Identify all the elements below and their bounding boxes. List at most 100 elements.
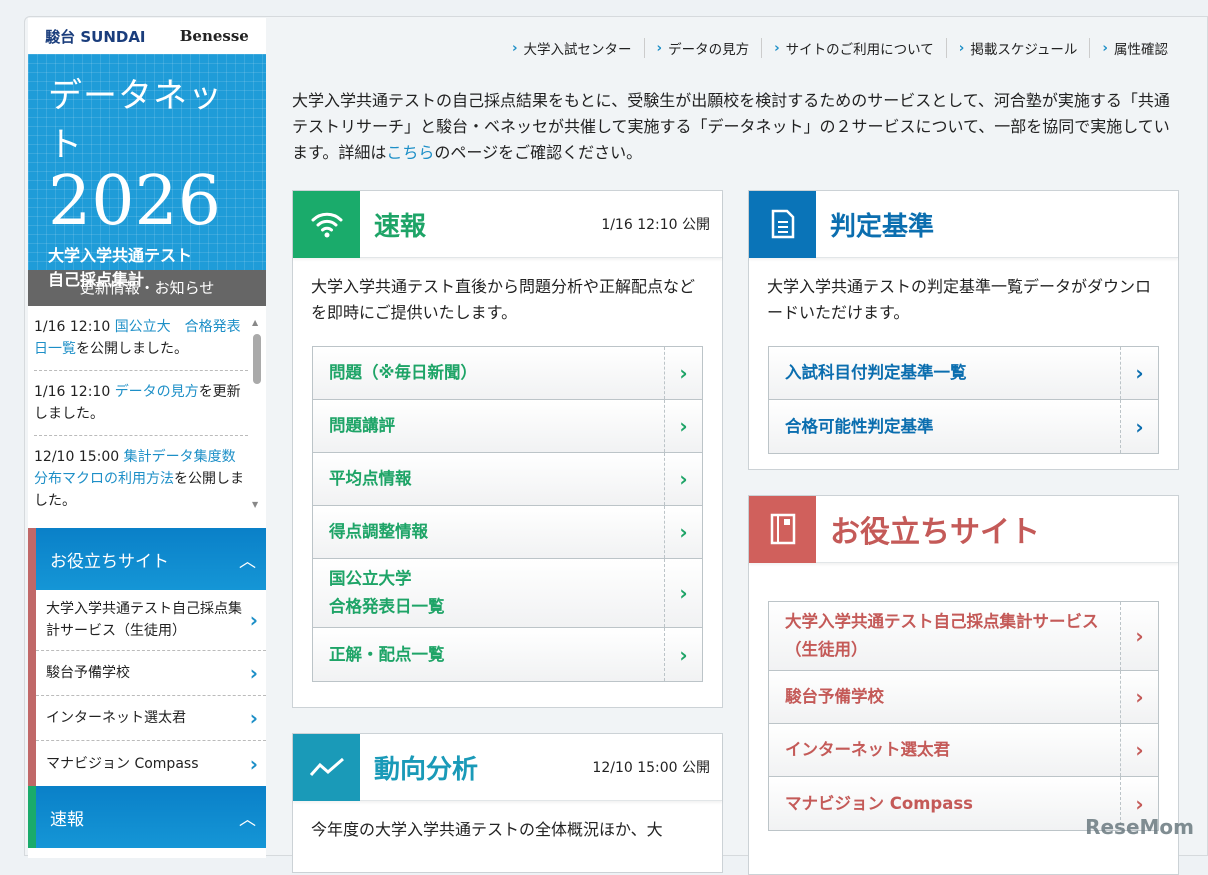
hantei-card: 判定基準 大学入学共通テストの判定基準一覧データがダウンロードいただけます。 入…	[748, 190, 1179, 470]
news-date: 1/16 12:10	[34, 384, 115, 400]
news-date: 12/10 15:00	[34, 449, 124, 465]
chevron-right-icon: ›	[1120, 602, 1158, 670]
news-date: 1/16 12:10	[34, 319, 115, 335]
item-label: インターネット選太君	[46, 710, 186, 726]
chevron-right-icon: ›	[958, 40, 965, 56]
nav-link[interactable]: › 属性確認	[1090, 38, 1180, 58]
details-link[interactable]: こちら	[386, 143, 434, 162]
card-description: 今年度の大学入学共通テストの全体概況ほか、大	[311, 820, 663, 839]
news-item: 1/16 12:10 データの見方を更新しました。	[34, 371, 248, 436]
chevron-right-icon: ›	[511, 40, 518, 56]
link-label: マナビジョン Compass	[785, 793, 973, 813]
sundai-logo: 駿台 SUNDAI	[45, 27, 146, 46]
nav-label: サイトのご利用について	[785, 42, 934, 58]
trend-chart-icon	[293, 733, 360, 801]
sokuho-accordion: 速報 ︿	[28, 786, 266, 848]
wifi-icon	[293, 190, 360, 258]
link-label: 駿台予備学校	[785, 687, 884, 706]
card-link[interactable]: 問題講評 ›	[313, 400, 702, 453]
card-description: 大学入学共通テストの判定基準一覧データがダウンロードいただけます。	[767, 277, 1152, 322]
chevron-right-icon: ›	[1120, 724, 1158, 776]
chevron-right-icon: ›	[249, 751, 258, 776]
link-label: 問題（※毎日新聞）	[329, 363, 478, 382]
chevron-right-icon: ›	[249, 661, 258, 685]
news-item: 12/10 15:00 集計データ集度数分布マクロの利用方法を公開しました。	[34, 436, 248, 522]
news-scrollbar[interactable]: ▲ ▼	[252, 312, 262, 516]
sidebar-item[interactable]: インターネット選太君 ›	[36, 696, 266, 741]
card-title: 動向分析	[374, 754, 479, 785]
banner-title: データネット	[48, 76, 223, 165]
accordion-title: 速報	[50, 809, 84, 830]
chevron-up-icon: ︿	[239, 809, 256, 830]
link-label: 問題講評	[329, 416, 395, 435]
chevron-right-icon: ›	[249, 608, 258, 632]
news-text: を公開しました。	[76, 341, 188, 357]
publish-date: 12/10 15:00 公開	[592, 760, 710, 776]
card-link[interactable]: 正解・配点一覧 ›	[313, 628, 702, 681]
datanet-banner[interactable]: データネット 2026 大学入学共通テスト 自己採点集計	[28, 54, 266, 289]
link-label: インターネット選太君	[785, 740, 950, 759]
card-link[interactable]: 得点調整情報 ›	[313, 506, 702, 559]
nav-label: 属性確認	[1114, 42, 1168, 58]
sidebar-item[interactable]: 駿台予備学校 ›	[36, 651, 266, 696]
link-label: 大学入学共通テスト自己採点集計サービス（生徒用）	[785, 612, 1099, 659]
link-list: 問題（※毎日新聞） › 問題講評 › 平均点情報 › 得点調整情報 › 国公立大学 合格発表日一…	[312, 346, 703, 682]
link-label: 平均点情報	[329, 469, 412, 488]
banner-subtitle: 大学入学共通テスト	[48, 246, 193, 265]
card-link[interactable]: 平均点情報 ›	[313, 453, 702, 506]
scroll-thumb[interactable]	[253, 334, 261, 384]
news-link[interactable]: データの見方	[115, 384, 199, 400]
link-list: 大学入学共通テスト自己採点集計サービス（生徒用） › 駿台予備学校 › インターネット選…	[768, 601, 1159, 831]
sokuho-card: 速報 1/16 12:10 公開 大学入学共通テスト直後から問題分析や正解配点など…	[292, 190, 723, 708]
sidebar: 駿台 SUNDAI Benesse データネット 2026 大学入学共通テスト …	[28, 18, 266, 858]
chevron-up-icon: ︿	[239, 551, 256, 572]
news-item: 1/16 12:10 国公立大 合格発表日一覧を公開しました。	[34, 306, 248, 371]
sokuho-toggle[interactable]: 速報 ︿	[36, 786, 266, 848]
sidebar-item[interactable]: マナビジョン Compass ›	[36, 741, 266, 786]
chevron-right-icon: ›	[1102, 40, 1108, 56]
card-link[interactable]: 駿台予備学校 ›	[769, 671, 1158, 724]
nav-link[interactable]: › 大学入試センター	[500, 38, 645, 58]
doukou-card: 動向分析 12/10 15:00 公開 今年度の大学入学共通テストの全体概況ほか、…	[292, 733, 723, 873]
link-label: 得点調整情報	[329, 522, 428, 541]
item-label: 大学入学共通テスト自己採点集計サービス（生徒用）	[46, 601, 242, 639]
sidebar-item[interactable]: 大学入学共通テスト自己採点集計サービス（生徒用） ›	[36, 590, 266, 651]
card-link[interactable]: 合格可能性判定基準 ›	[769, 400, 1158, 453]
watermark-logo: ReseMom	[1085, 815, 1194, 839]
item-label: マナビジョン Compass	[46, 755, 199, 772]
chevron-right-icon: ›	[774, 40, 780, 56]
chevron-right-icon: ›	[664, 347, 702, 399]
card-link[interactable]: 入試科目付判定基準一覧 ›	[769, 347, 1158, 400]
card-link[interactable]: 国公立大学 合格発表日一覧 ›	[313, 559, 702, 628]
nav-link[interactable]: › データの見方	[645, 38, 763, 58]
useful-sites-accordion: お役立ちサイト ︿ 大学入学共通テスト自己採点集計サービス（生徒用） › 駿台予備学…	[28, 528, 266, 786]
publish-date: 1/16 12:10 公開	[601, 217, 710, 233]
news-list[interactable]: 1/16 12:10 国公立大 合格発表日一覧を公開しました。 1/16 12:…	[28, 306, 266, 522]
card-link[interactable]: 大学入学共通テスト自己採点集計サービス（生徒用） ›	[769, 602, 1158, 671]
chevron-right-icon: ›	[1120, 347, 1158, 399]
chevron-right-icon: ›	[1120, 671, 1158, 723]
chevron-right-icon: ›	[664, 628, 702, 681]
banner-year: 2026	[48, 162, 222, 241]
link-list: 入試科目付判定基準一覧 › 合格可能性判定基準 ›	[768, 346, 1159, 454]
card-title: 判定基準	[830, 211, 935, 242]
chevron-right-icon: ›	[1120, 400, 1158, 453]
card-link[interactable]: 問題（※毎日新聞） ›	[313, 347, 702, 400]
accordion-title: お役立ちサイト	[50, 551, 169, 572]
useful-sites-toggle[interactable]: お役立ちサイト ︿	[36, 528, 266, 590]
card-link[interactable]: インターネット選太君 ›	[769, 724, 1158, 777]
card-description: 大学入学共通テスト直後から問題分析や正解配点などを即時にご提供いたします。	[311, 277, 696, 322]
nav-label: 掲載スケジュール	[970, 42, 1078, 58]
nav-link[interactable]: › サイトのご利用について	[762, 38, 947, 58]
nav-link[interactable]: › 掲載スケジュール	[947, 38, 1091, 58]
card-title: 速報	[374, 211, 427, 242]
chevron-right-icon: ›	[664, 400, 702, 452]
link-label: 入試科目付判定基準一覧	[785, 363, 967, 382]
item-label: 駿台予備学校	[46, 665, 130, 681]
link-label: 国公立大学 合格発表日一覧	[329, 569, 445, 616]
benesse-logo: Benesse	[179, 27, 249, 45]
chevron-right-icon: ›	[656, 40, 663, 56]
partner-logos: 駿台 SUNDAI Benesse	[28, 18, 266, 54]
card-title: お役立ちサイト	[830, 515, 1040, 550]
notebook-icon	[749, 495, 816, 563]
